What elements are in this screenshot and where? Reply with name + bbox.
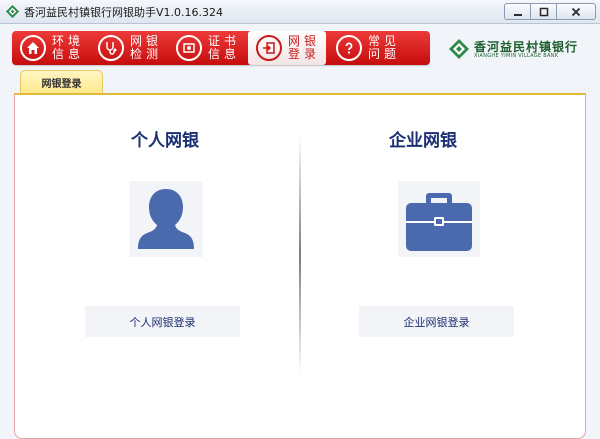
question-icon [336, 35, 362, 61]
login-icon [256, 35, 282, 61]
personal-banking-title: 个人网银 [131, 131, 199, 151]
section-divider [299, 135, 301, 375]
tab-online-banking-login[interactable]: 网银登录 [20, 70, 103, 94]
toolbar-item-certificate[interactable]: 证书信息 [168, 31, 246, 65]
home-icon [20, 35, 46, 61]
login-panel: 个人网银 企业网银 个人网银登录 企业网银登录 [14, 95, 586, 439]
minimize-icon [513, 13, 522, 16]
app-body: 环境信息 网银检测 证书信息 网银登录 常见问题 香河益民村镇银行 XIANGH… [0, 24, 600, 439]
stethoscope-icon [98, 35, 124, 61]
close-button[interactable] [556, 3, 596, 20]
bank-logo-icon [5, 4, 20, 19]
window-titlebar: 香河益民村镇银行网银助手V1.0.16.324 [0, 0, 600, 24]
main-toolbar: 环境信息 网银检测 证书信息 网银登录 常见问题 [12, 31, 430, 65]
personal-login-button[interactable]: 个人网银登录 [85, 306, 240, 337]
toolbar-item-label: 环境信息 [52, 34, 85, 61]
toolbar-item-label: 常见问题 [368, 34, 401, 61]
toolbar-item-label: 证书信息 [208, 34, 241, 61]
toolbar-item-environment[interactable]: 环境信息 [12, 31, 90, 65]
toolbar-item-label: 网银登录 [288, 34, 321, 61]
toolbar-item-faq[interactable]: 常见问题 [328, 31, 406, 65]
corporate-banking-title: 企业网银 [389, 131, 457, 151]
bank-name-english: XIANGHE YIMIN VILLAGE BANK [474, 53, 559, 59]
window-title: 香河益民村镇银行网银助手V1.0.16.324 [24, 6, 224, 19]
maximize-button[interactable] [530, 3, 556, 20]
toolbar-item-login[interactable]: 网银登录 [248, 31, 326, 65]
maximize-icon [539, 7, 548, 16]
certificate-icon [176, 35, 202, 61]
close-icon [571, 7, 581, 16]
window-controls [504, 3, 596, 20]
toolbar-item-detect[interactable]: 网银检测 [90, 31, 168, 65]
briefcase-icon [398, 181, 480, 257]
bank-brand: 香河益民村镇银行 XIANGHE YIMIN VILLAGE BANK [448, 38, 588, 64]
corporate-login-button[interactable]: 企业网银登录 [359, 306, 514, 337]
bank-logo-icon [449, 39, 469, 59]
person-icon [129, 181, 203, 257]
minimize-button[interactable] [504, 3, 530, 20]
toolbar-item-label: 网银检测 [130, 34, 163, 61]
